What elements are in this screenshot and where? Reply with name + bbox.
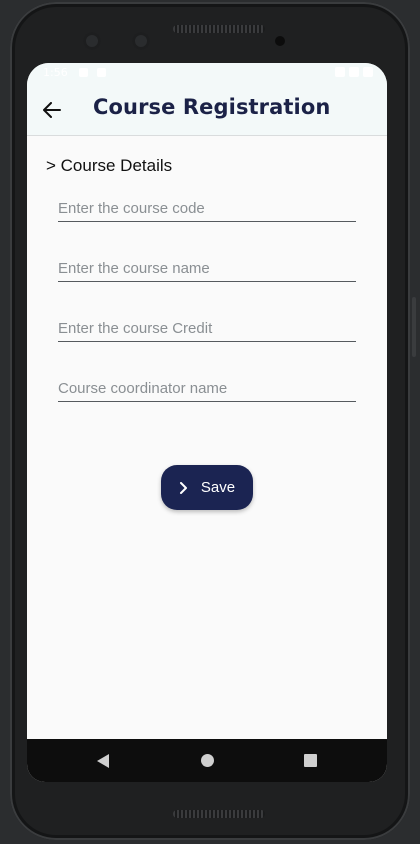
settings-status-icon [79,68,88,77]
back-button[interactable] [39,97,65,123]
course-code-input[interactable] [58,195,356,222]
status-bar: 1:56 [27,63,387,83]
course-name-input[interactable] [58,255,356,282]
nav-home-icon[interactable] [201,754,214,767]
battery-icon [363,67,373,77]
system-nav-bar [27,739,387,782]
speaker-grille-bottom [173,810,265,818]
nav-back-icon[interactable] [97,754,109,768]
status-right-icons [335,67,373,77]
speaker-grille-top [173,25,265,33]
arrow-left-icon [43,102,61,118]
signal-icon [349,67,359,77]
chevron-right-icon [179,481,187,494]
page-title: Course Registration [93,95,331,119]
power-button[interactable] [412,297,416,357]
notification-status-icon [97,68,106,77]
wifi-icon [335,67,345,77]
save-button-label: Save [200,479,236,496]
status-time: 1:56 [43,66,68,79]
proximity-sensor [275,36,285,46]
app-screen: 1:56 Course Registration > Course Detail… [27,63,387,782]
course-credit-input[interactable] [58,315,356,342]
app-bar: Course Registration [27,83,387,136]
section-title: > Course Details [46,156,173,175]
nav-recents-icon[interactable] [304,754,317,767]
course-coordinator-input[interactable] [58,375,356,402]
front-camera-icon [83,32,101,50]
save-button[interactable]: Save [161,465,253,510]
front-sensor-icon [132,32,150,50]
